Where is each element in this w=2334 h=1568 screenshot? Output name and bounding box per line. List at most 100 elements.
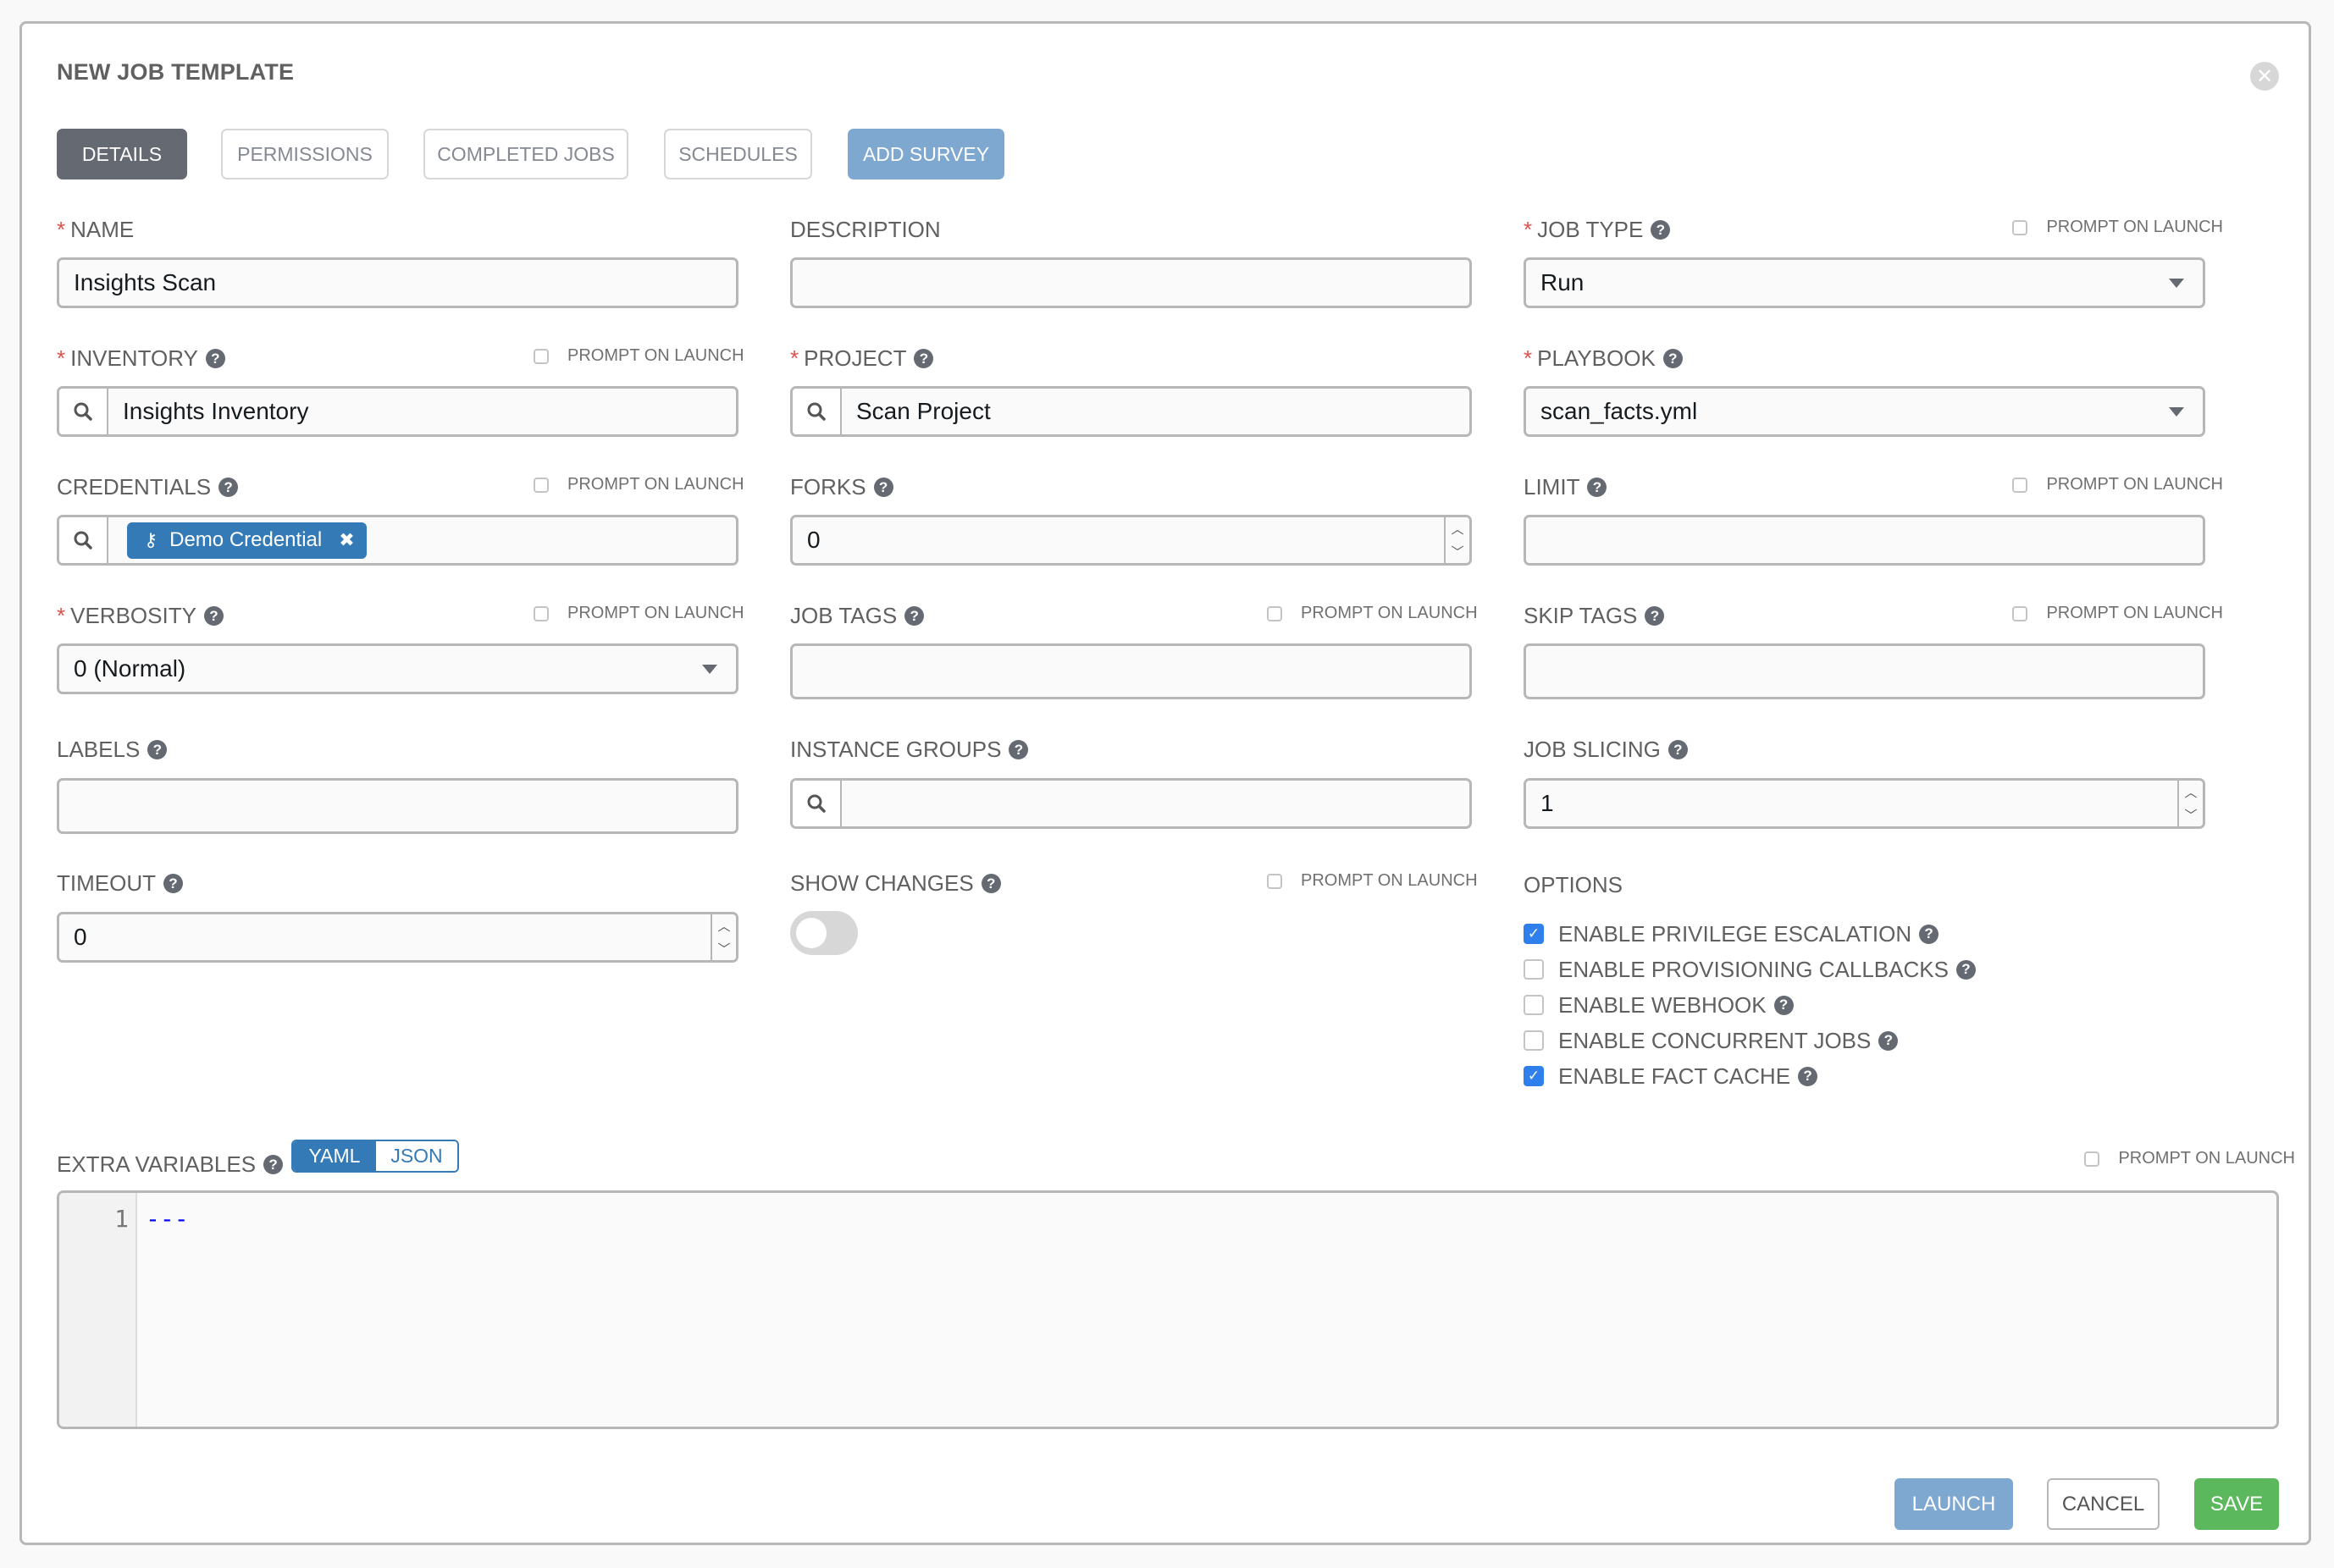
help-icon[interactable]: ? [1651, 220, 1671, 240]
verbosity-select[interactable]: 0 (Normal) [57, 643, 738, 694]
checkbox-icon[interactable] [1524, 1030, 1544, 1051]
job-tags-prompt-checkbox[interactable]: PROMPT ON LAUNCH [1267, 604, 1478, 623]
tab-permissions[interactable]: PERMISSIONS [221, 129, 389, 179]
extra-variables-prompt-checkbox[interactable]: PROMPT ON LAUNCH [2084, 1149, 2295, 1168]
checkbox-icon[interactable] [534, 348, 549, 364]
chevron-up-icon[interactable]: ︿ [2184, 783, 2197, 801]
search-icon[interactable] [793, 781, 842, 826]
job-type-prompt-checkbox[interactable]: PROMPT ON LAUNCH [2012, 218, 2223, 237]
help-icon[interactable]: ? [263, 1155, 284, 1174]
help-icon[interactable]: ? [147, 740, 168, 759]
remove-chip-icon[interactable]: ✖ [339, 529, 354, 551]
number-spinner[interactable]: ︿ ﹀ [1444, 517, 1469, 563]
help-icon[interactable]: ? [904, 606, 925, 626]
chevron-up-icon[interactable]: ︿ [1451, 520, 1463, 538]
add-survey-button[interactable]: ADD SURVEY [848, 129, 1004, 179]
help-icon[interactable]: ? [1919, 924, 1939, 944]
code-area[interactable]: --- [137, 1193, 2276, 1427]
help-icon[interactable]: ? [1773, 995, 1794, 1015]
project-lookup[interactable]: Scan Project [790, 386, 1472, 437]
help-icon[interactable]: ? [163, 874, 183, 893]
help-icon[interactable]: ? [914, 349, 934, 368]
checkbox-icon[interactable] [534, 605, 549, 621]
help-icon[interactable]: ? [205, 349, 225, 368]
tab-completed-jobs[interactable]: COMPLETED JOBS [423, 129, 628, 179]
skip-tags-prompt-checkbox[interactable]: PROMPT ON LAUNCH [2012, 604, 2223, 623]
inventory-prompt-checkbox[interactable]: PROMPT ON LAUNCH [534, 346, 744, 366]
help-icon[interactable]: ? [1668, 740, 1688, 759]
help-icon[interactable]: ? [1009, 740, 1029, 759]
number-spinner[interactable]: ︿ ﹀ [711, 914, 736, 960]
playbook-select[interactable]: scan_facts.yml [1524, 386, 2205, 437]
search-icon[interactable] [793, 389, 842, 434]
inventory-lookup[interactable]: Insights Inventory [57, 386, 738, 437]
help-icon[interactable]: ? [1878, 1030, 1899, 1051]
option-webhook[interactable]: ENABLE WEBHOOK? [1524, 987, 1976, 1023]
checkbox-icon[interactable] [1267, 605, 1282, 621]
credential-chip[interactable]: ⚷ Demo Credential ✖ [127, 522, 367, 559]
help-icon[interactable]: ? [1645, 606, 1665, 626]
checkbox-icon[interactable] [1267, 873, 1282, 889]
checkbox-icon[interactable] [2012, 605, 2028, 621]
extra-variables-editor[interactable]: 1 --- [57, 1190, 2279, 1429]
verbosity-prompt-checkbox[interactable]: PROMPT ON LAUNCH [534, 604, 744, 623]
chevron-up-icon[interactable]: ︿ [717, 917, 730, 935]
help-icon[interactable]: ? [873, 478, 893, 497]
labels-input[interactable] [57, 778, 738, 834]
cancel-button[interactable]: CANCEL [2047, 1478, 2160, 1530]
limit-prompt-checkbox[interactable]: PROMPT ON LAUNCH [2012, 475, 2223, 494]
number-spinner[interactable]: ︿ ﹀ [2177, 781, 2203, 826]
limit-input[interactable] [1524, 515, 2205, 566]
description-input[interactable] [790, 257, 1472, 308]
options-label: OPTIONS [1524, 872, 1623, 897]
yaml-mode-button[interactable]: YAML [293, 1141, 376, 1171]
checkbox-icon[interactable] [534, 477, 549, 493]
launch-button[interactable]: LAUNCH [1894, 1478, 2013, 1530]
close-icon[interactable]: ✕ [2250, 62, 2279, 91]
chevron-down-icon[interactable]: ﹀ [1451, 543, 1463, 560]
job-slicing-input[interactable]: 1 ︿ ﹀ [1524, 778, 2205, 829]
search-icon[interactable] [59, 517, 108, 563]
option-fact-cache[interactable]: ✓ ENABLE FACT CACHE? [1524, 1058, 1976, 1094]
forks-label: FORKS? [790, 474, 893, 500]
checkbox-icon[interactable] [2012, 477, 2028, 493]
checkbox-icon[interactable] [1524, 959, 1544, 980]
checkbox-checked-icon[interactable]: ✓ [1524, 924, 1544, 944]
show-changes-prompt-checkbox[interactable]: PROMPT ON LAUNCH [1267, 871, 1478, 891]
name-input[interactable]: Insights Scan [57, 257, 738, 308]
credentials-lookup[interactable]: ⚷ Demo Credential ✖ [57, 515, 738, 566]
help-icon[interactable]: ? [1662, 349, 1683, 368]
job-type-select[interactable]: Run [1524, 257, 2205, 308]
checkbox-checked-icon[interactable]: ✓ [1524, 1066, 1544, 1086]
required-marker: * [1524, 217, 1533, 242]
forks-input[interactable]: 0 ︿ ﹀ [790, 515, 1472, 566]
json-mode-button[interactable]: JSON [376, 1141, 457, 1171]
help-icon[interactable]: ? [1955, 959, 1976, 980]
instance-groups-lookup[interactable] [790, 778, 1472, 829]
show-changes-toggle[interactable] [790, 911, 858, 955]
search-icon[interactable] [59, 389, 108, 434]
chevron-down-icon[interactable]: ﹀ [717, 940, 730, 958]
tab-schedules[interactable]: SCHEDULES [664, 129, 812, 179]
job-tags-input[interactable] [790, 643, 1472, 699]
credentials-prompt-checkbox[interactable]: PROMPT ON LAUNCH [534, 475, 744, 494]
save-button[interactable]: SAVE [2194, 1478, 2279, 1530]
caret-down-icon [2169, 278, 2184, 288]
help-icon[interactable]: ? [1798, 1066, 1818, 1086]
tab-details[interactable]: DETAILS [57, 129, 187, 179]
help-icon[interactable]: ? [203, 606, 224, 626]
option-concurrent-jobs[interactable]: ENABLE CONCURRENT JOBS? [1524, 1023, 1976, 1058]
skip-tags-input[interactable] [1524, 643, 2205, 699]
chevron-down-icon[interactable]: ﹀ [2184, 806, 2197, 824]
help-icon[interactable]: ? [981, 874, 1001, 893]
checkbox-icon[interactable] [2012, 219, 2028, 235]
option-privilege-escalation[interactable]: ✓ ENABLE PRIVILEGE ESCALATION? [1524, 916, 1976, 952]
checkbox-icon[interactable] [1524, 995, 1544, 1015]
option-provisioning-callbacks[interactable]: ENABLE PROVISIONING CALLBACKS? [1524, 952, 1976, 987]
required-marker: * [57, 345, 66, 371]
timeout-input[interactable]: 0 ︿ ﹀ [57, 912, 738, 963]
help-icon[interactable]: ? [1587, 478, 1607, 497]
line-number-gutter: 1 [59, 1193, 137, 1427]
help-icon[interactable]: ? [218, 478, 239, 497]
checkbox-icon[interactable] [2084, 1151, 2100, 1167]
